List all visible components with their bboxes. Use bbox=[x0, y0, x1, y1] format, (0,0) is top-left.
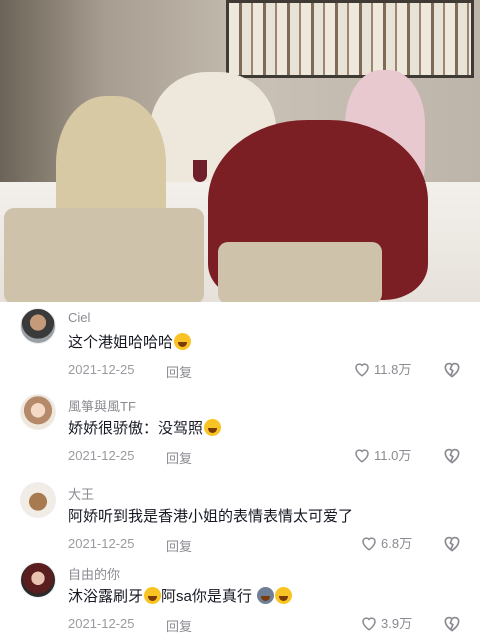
laughing-tears-icon bbox=[204, 419, 222, 436]
like-button[interactable]: 3.9万 bbox=[360, 613, 412, 633]
comment-username[interactable]: Ciel bbox=[68, 310, 90, 325]
like-button[interactable]: 11.0万 bbox=[353, 445, 411, 465]
laughing-tears-icon bbox=[174, 333, 192, 350]
reply-button[interactable]: 回复 bbox=[166, 362, 192, 381]
broken-heart-icon bbox=[444, 616, 460, 632]
reply-button[interactable]: 回复 bbox=[166, 536, 192, 555]
heart-icon bbox=[355, 449, 369, 463]
comment-text: 沐浴露刷牙 阿sa你是真行 bbox=[68, 585, 293, 606]
broken-heart-icon bbox=[444, 536, 460, 552]
comment-date: 2021-12-25 bbox=[68, 448, 135, 463]
comment-text-body: 这个港姐哈哈哈 bbox=[68, 334, 174, 351]
chair-front bbox=[218, 242, 382, 302]
wall-painting bbox=[226, 0, 474, 78]
dislike-button[interactable] bbox=[442, 445, 462, 470]
avatar[interactable] bbox=[20, 562, 56, 598]
broken-heart-icon bbox=[444, 448, 460, 464]
comment-item: 風箏與風TF 娇娇很骄傲：没驾照 2021-12-25 回复 11.0万 bbox=[0, 388, 480, 472]
avatar[interactable] bbox=[20, 482, 56, 518]
reply-button[interactable]: 回复 bbox=[166, 448, 192, 467]
comment-text: 这个港姐哈哈哈 bbox=[68, 331, 192, 352]
laughing-tears-icon bbox=[275, 587, 293, 604]
comment-date: 2021-12-25 bbox=[68, 362, 135, 377]
heart-icon bbox=[362, 537, 376, 551]
avatar[interactable] bbox=[20, 308, 56, 344]
comment-list: Ciel 这个港姐哈哈哈 2021-12-25 回复 11.8万 風箏與風TF … bbox=[0, 302, 480, 640]
comment-item: Ciel 这个港姐哈哈哈 2021-12-25 回复 11.8万 bbox=[0, 302, 480, 386]
comment-username[interactable]: 自由的你 bbox=[68, 564, 120, 583]
laughing-tears-icon bbox=[144, 587, 162, 604]
broken-heart-icon bbox=[444, 362, 460, 378]
comment-date: 2021-12-25 bbox=[68, 616, 135, 631]
dislike-button[interactable] bbox=[442, 359, 462, 384]
video-frame[interactable] bbox=[0, 0, 480, 302]
avatar[interactable] bbox=[20, 394, 56, 430]
comment-username[interactable]: 大王 bbox=[68, 484, 94, 503]
like-count: 6.8万 bbox=[381, 536, 413, 551]
like-count: 3.9万 bbox=[381, 616, 413, 631]
heart-icon bbox=[362, 617, 376, 631]
wine-glass bbox=[193, 160, 207, 182]
comment-item: 自由的你 沐浴露刷牙 阿sa你是真行 2021-12-25 回复 3.9万 bbox=[0, 556, 480, 640]
comment-text-part: 阿sa你是真行 bbox=[161, 588, 252, 605]
like-button[interactable]: 6.8万 bbox=[360, 533, 412, 553]
chair-left bbox=[4, 208, 204, 302]
like-count: 11.0万 bbox=[374, 448, 412, 463]
comment-text: 阿娇听到我是香港小姐的表情表情太可爱了 bbox=[68, 508, 354, 525]
heart-icon bbox=[355, 363, 369, 377]
cat-face-icon bbox=[257, 587, 275, 604]
comment-username[interactable]: 風箏與風TF bbox=[68, 396, 136, 415]
dislike-button[interactable] bbox=[442, 613, 462, 638]
like-button[interactable]: 11.8万 bbox=[353, 359, 411, 379]
comment-item: 大王 阿娇听到我是香港小姐的表情表情太可爱了 2021-12-25 回复 6.8… bbox=[0, 476, 480, 560]
like-count: 11.8万 bbox=[374, 362, 412, 377]
comment-text-body: 娇娇很骄傲：没驾照 bbox=[68, 420, 204, 437]
comment-text-part: 沐浴露刷牙 bbox=[68, 588, 144, 605]
comment-text: 娇娇很骄傲：没驾照 bbox=[68, 417, 222, 438]
dislike-button[interactable] bbox=[442, 533, 462, 558]
reply-button[interactable]: 回复 bbox=[166, 616, 192, 635]
comment-date: 2021-12-25 bbox=[68, 536, 135, 551]
